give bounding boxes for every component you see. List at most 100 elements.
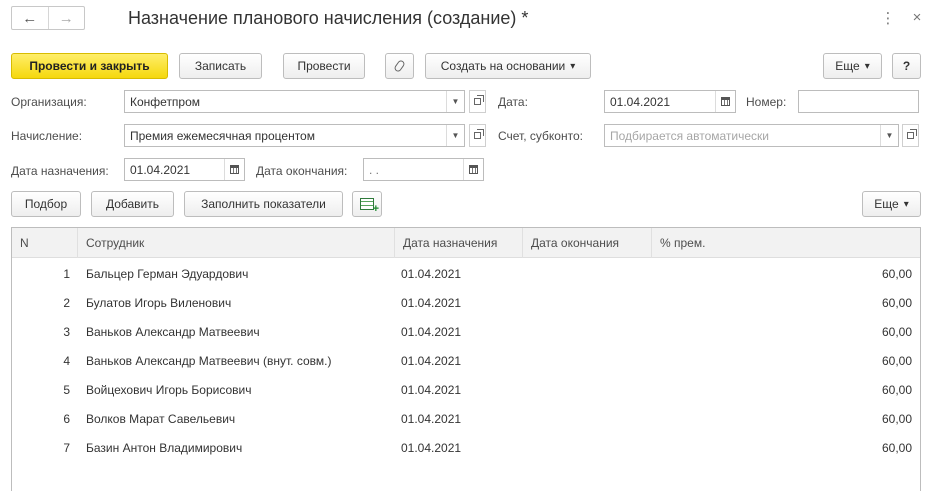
organization-field[interactable]: Конфетпром ▼ — [124, 90, 465, 113]
cell-end-date — [531, 346, 651, 375]
column-header-percent[interactable]: % прем. — [652, 228, 920, 258]
calendar-icon — [230, 165, 239, 174]
arrow-right-icon: → — [58, 9, 74, 27]
end-date-label: Дата окончания: — [256, 164, 348, 178]
end-date-value: . . — [369, 162, 380, 177]
assign-date-field[interactable]: 01.04.2021 — [124, 158, 245, 181]
accrual-field[interactable]: Премия ежемесячная процентом ▼ — [124, 124, 465, 147]
date-value: 01.04.2021 — [610, 94, 671, 109]
more-label: Еще — [835, 59, 860, 73]
account-placeholder: Подбирается автоматически — [610, 128, 769, 143]
chevron-down-icon: ▾ — [864, 60, 870, 72]
organization-label: Организация: — [11, 95, 87, 109]
column-header-employee[interactable]: Сотрудник — [78, 228, 395, 258]
open-organization-button[interactable] — [469, 90, 486, 113]
forward-button[interactable]: → — [47, 7, 85, 29]
create-based-on-label: Создать на основании — [440, 59, 566, 73]
table-row[interactable]: 2 Булатов Игорь Виленович 01.04.2021 60,00 — [12, 288, 920, 317]
cell-percent: 60,00 — [881, 411, 912, 426]
calendar-icon — [721, 97, 730, 106]
account-field[interactable]: Подбирается автоматически ▼ — [604, 124, 899, 147]
open-accrual-button[interactable] — [469, 124, 486, 147]
table-row[interactable]: 7 Базин Антон Владимирович 01.04.2021 60,00 — [12, 433, 920, 462]
column-header-n[interactable]: N — [12, 228, 78, 258]
cell-assign-date: 01.04.2021 — [401, 382, 462, 397]
table-row[interactable]: 5 Войцехович Игорь Борисович 01.04.2021 60,… — [12, 375, 920, 404]
cell-end-date — [531, 375, 651, 404]
open-icon — [907, 129, 917, 139]
calendar-icon — [469, 165, 478, 174]
cell-n: 3 — [63, 324, 70, 339]
cell-end-date — [531, 317, 651, 346]
cell-employee: Волков Марат Савельевич — [86, 411, 236, 426]
back-button[interactable]: ← — [12, 7, 48, 29]
cell-n: 2 — [63, 295, 70, 310]
column-header-assign-date[interactable]: Дата назначения — [395, 228, 523, 258]
employees-table: N Сотрудник Дата назначения Дата окончан… — [11, 227, 921, 491]
accrual-label: Начисление: — [11, 129, 83, 143]
number-label: Номер: — [746, 95, 787, 109]
more-menu-icon[interactable]: ⋮ — [880, 9, 896, 27]
cell-n: 7 — [63, 440, 70, 455]
close-icon[interactable]: × — [909, 9, 925, 26]
cell-employee: Бальцер Герман Эдуардович — [86, 266, 249, 281]
cell-percent: 60,00 — [881, 324, 912, 339]
calendar-button[interactable] — [715, 91, 735, 112]
table-more-label: Еще — [874, 197, 899, 211]
chevron-down-icon: ▾ — [903, 198, 909, 210]
cell-assign-date: 01.04.2021 — [401, 440, 462, 455]
table-header: N Сотрудник Дата назначения Дата окончан… — [12, 228, 920, 258]
cell-assign-date: 01.04.2021 — [401, 411, 462, 426]
cell-employee: Ваньков Александр Матвеевич (внут. совм.… — [86, 353, 332, 368]
open-icon — [474, 95, 484, 105]
cell-assign-date: 01.04.2021 — [401, 353, 462, 368]
cell-n: 5 — [63, 382, 70, 397]
save-button[interactable]: Записать — [179, 53, 262, 79]
end-date-field[interactable]: . . — [363, 158, 484, 181]
chevron-down-icon: ▾ — [570, 60, 576, 72]
open-account-button[interactable] — [902, 124, 919, 147]
cell-percent: 60,00 — [881, 440, 912, 455]
column-header-end-date[interactable]: Дата окончания — [523, 228, 652, 258]
table-row[interactable]: 6 Волков Марат Савельевич 01.04.2021 60,00 — [12, 404, 920, 433]
cell-n: 4 — [63, 353, 70, 368]
help-button[interactable]: ? — [892, 53, 921, 79]
load-from-spreadsheet-button[interactable] — [352, 191, 382, 217]
post-and-close-button[interactable]: Провести и закрыть — [11, 53, 168, 79]
table-row[interactable]: 1 Бальцер Герман Эдуардович 01.04.2021 60,0… — [12, 259, 920, 288]
cell-n: 6 — [63, 411, 70, 426]
spreadsheet-add-icon — [360, 198, 379, 215]
arrow-left-icon: ← — [22, 9, 38, 27]
post-button[interactable]: Провести — [283, 53, 365, 79]
cell-assign-date: 01.04.2021 — [401, 266, 462, 281]
cell-end-date — [531, 288, 651, 317]
open-icon — [474, 129, 484, 139]
calendar-button[interactable] — [224, 159, 244, 180]
date-field[interactable]: 01.04.2021 — [604, 90, 736, 113]
more-button[interactable]: Еще ▾ — [823, 53, 882, 79]
calendar-button[interactable] — [463, 159, 483, 180]
page-title: Назначение планового начисления (создани… — [128, 8, 529, 28]
add-button[interactable]: Добавить — [91, 191, 174, 217]
cell-end-date — [531, 259, 651, 288]
navigation-group: ← → — [11, 6, 85, 30]
dropdown-arrow-icon[interactable]: ▼ — [446, 125, 464, 146]
assign-date-label: Дата назначения: — [11, 164, 109, 178]
table-more-button[interactable]: Еще ▾ — [862, 191, 921, 217]
create-based-on-button[interactable]: Создать на основании ▾ — [425, 53, 591, 79]
table-row[interactable]: 3 Ваньков Александр Матвеевич 01.04.2021 60… — [12, 317, 920, 346]
cell-percent: 60,00 — [881, 295, 912, 310]
select-button[interactable]: Подбор — [11, 191, 81, 217]
fill-indicators-button[interactable]: Заполнить показатели — [184, 191, 343, 217]
table-row[interactable]: 4 Ваньков Александр Матвеевич (внут. совм… — [12, 346, 920, 375]
date-label: Дата: — [498, 95, 528, 109]
cell-assign-date: 01.04.2021 — [401, 295, 462, 310]
dropdown-arrow-icon[interactable]: ▼ — [880, 125, 898, 146]
attach-button[interactable] — [385, 53, 414, 79]
number-field[interactable] — [798, 90, 919, 113]
dropdown-arrow-icon[interactable]: ▼ — [446, 91, 464, 112]
cell-employee: Булатов Игорь Виленович — [86, 295, 232, 310]
cell-employee: Войцехович Игорь Борисович — [86, 382, 252, 397]
cell-percent: 60,00 — [881, 266, 912, 281]
cell-assign-date: 01.04.2021 — [401, 324, 462, 339]
